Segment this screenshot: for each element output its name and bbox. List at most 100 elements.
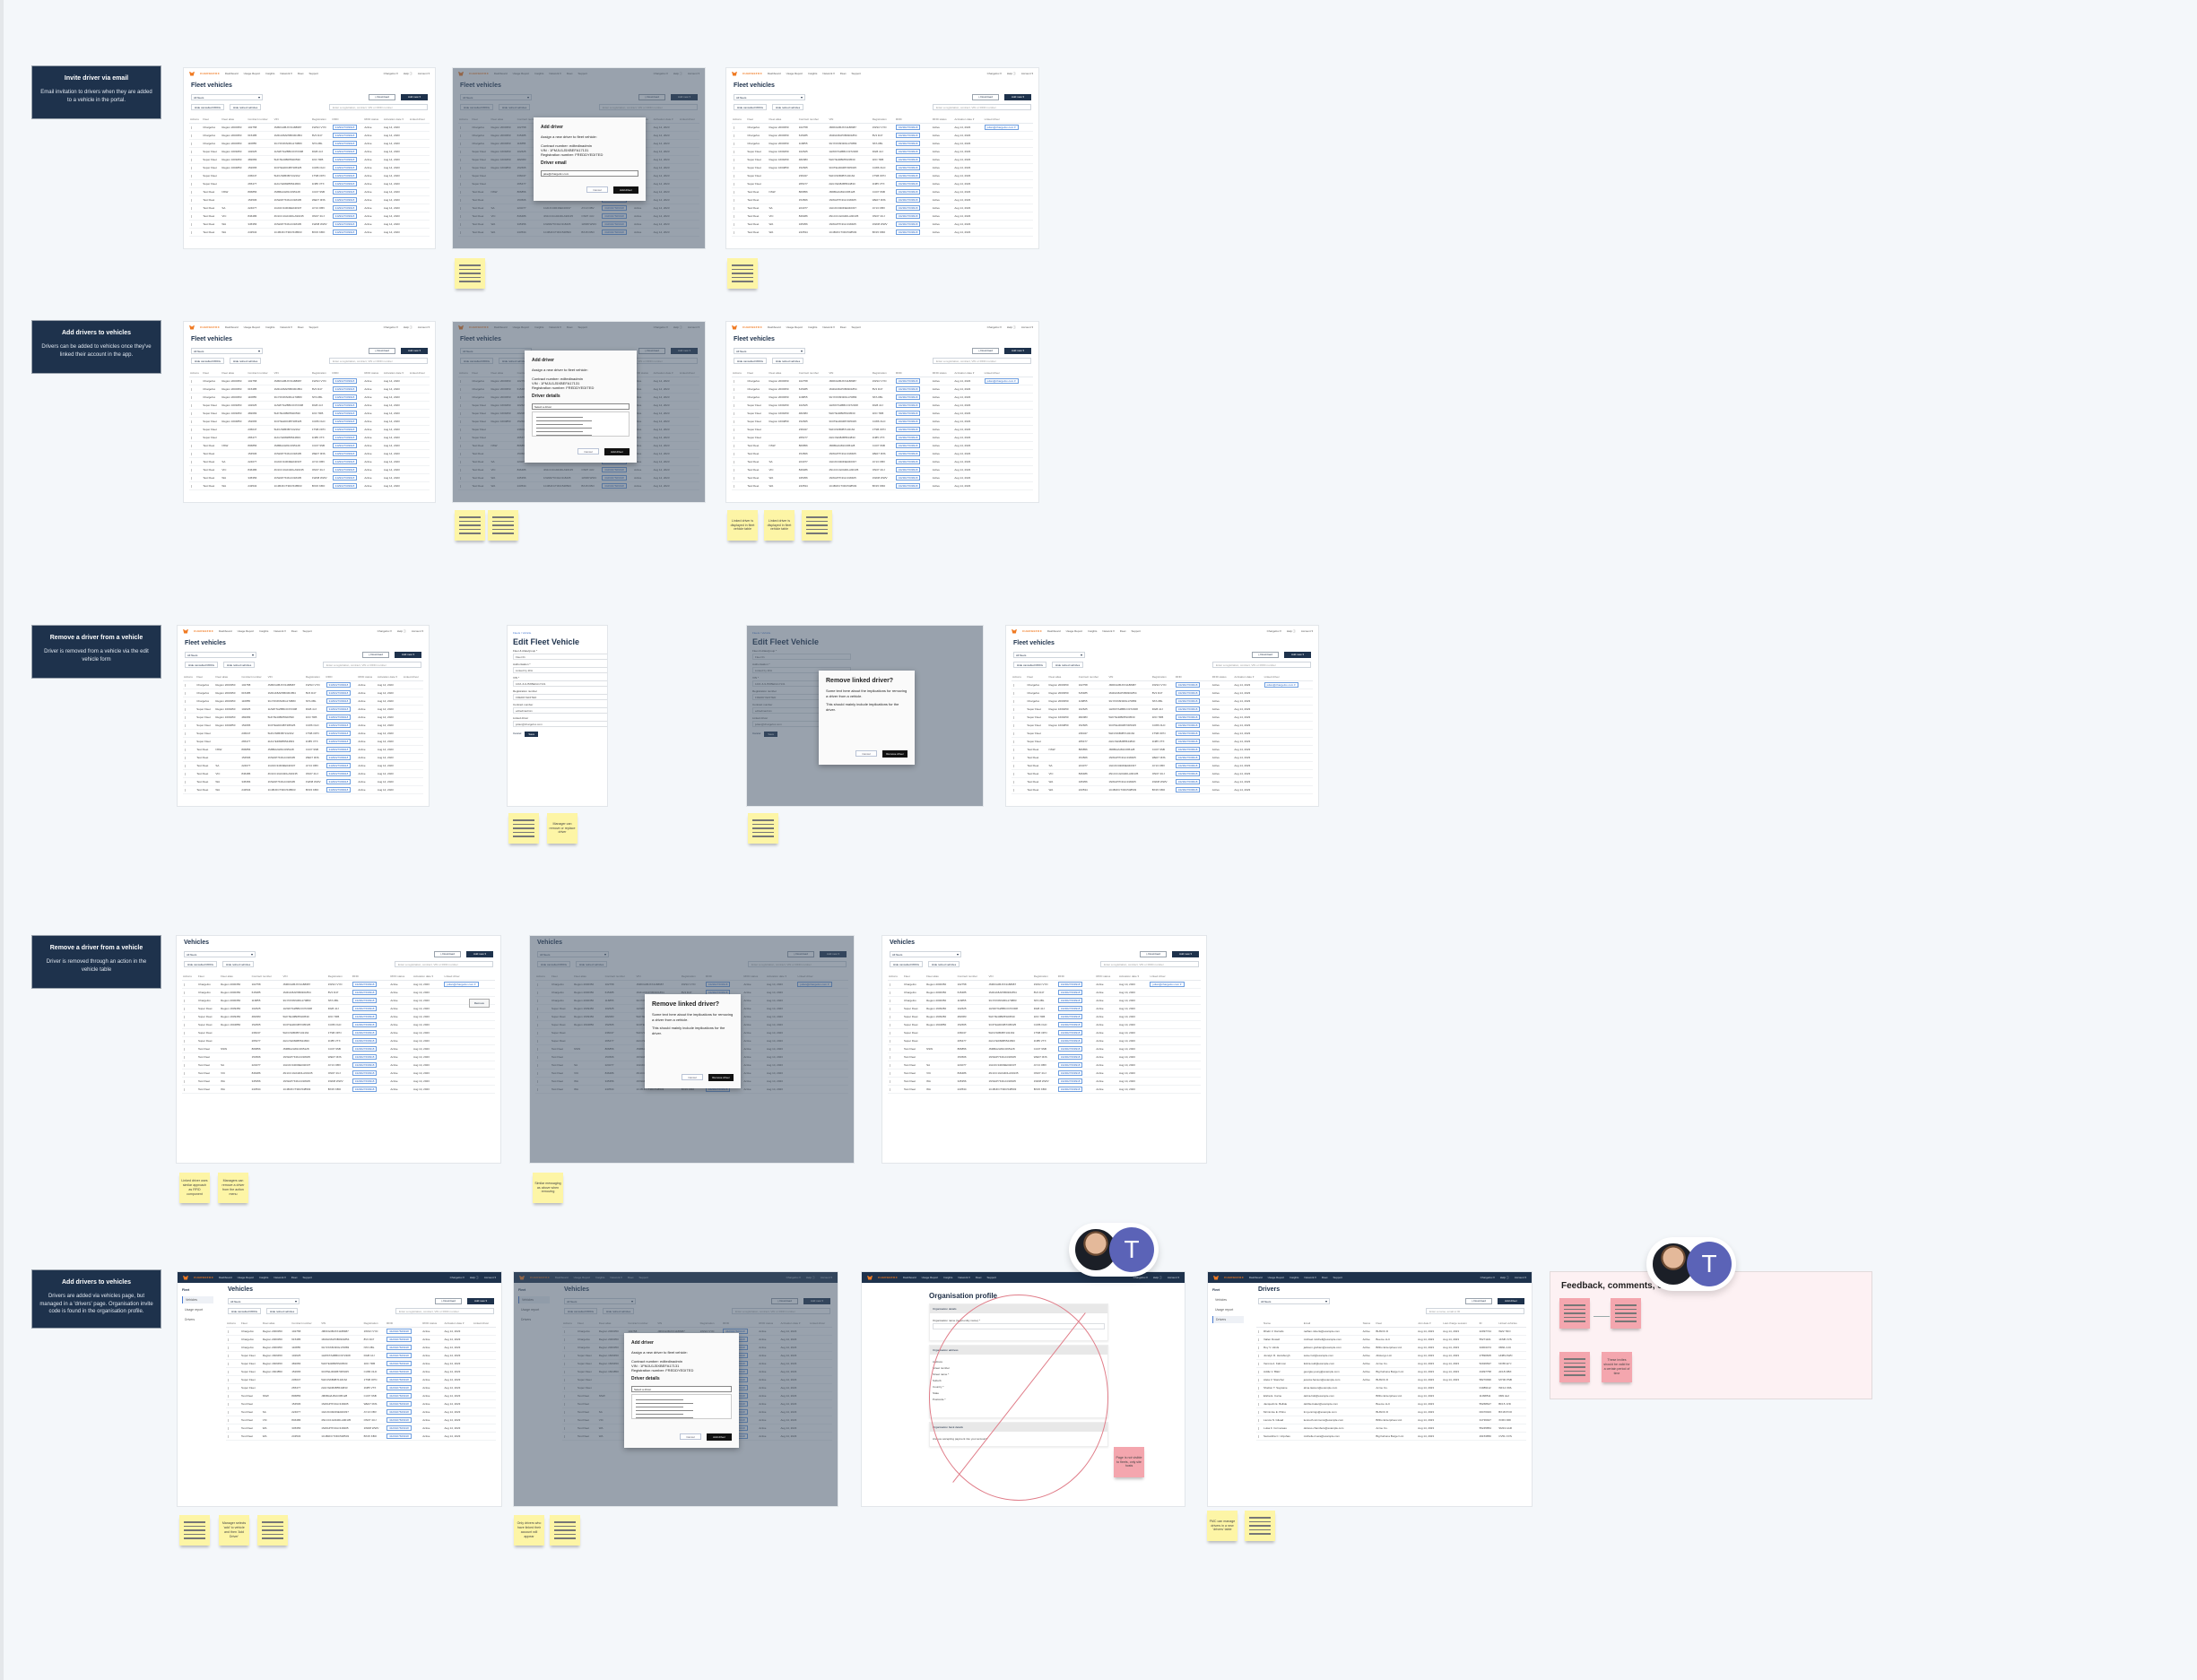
column-header[interactable]: Registration <box>304 673 326 681</box>
linked-driver-cell[interactable] <box>796 1004 848 1013</box>
linked-driver-cell[interactable] <box>808 1327 832 1336</box>
column-header[interactable]: Fleet alias <box>768 116 798 124</box>
column-header[interactable]: Fleet <box>471 369 491 377</box>
rfid-select[interactable]: 3429027609918 <box>602 467 627 472</box>
linked-driver-cell[interactable] <box>1149 1077 1201 1086</box>
row-actions-icon[interactable]: ⋮ <box>1256 1359 1263 1368</box>
row-actions-icon[interactable]: ⋮ <box>182 1004 197 1013</box>
column-header[interactable]: Activation date ▾ <box>382 116 409 124</box>
rfid-select[interactable]: 3429027609918 <box>332 213 358 219</box>
row-actions-icon[interactable]: ⋮ <box>458 401 472 410</box>
nav-right-item[interactable]: Help ⓘ <box>404 72 412 75</box>
row-actions-icon[interactable]: ⋮ <box>458 204 472 212</box>
rfid-select[interactable]: 3429027609918 <box>1175 747 1201 752</box>
nav-item[interactable]: Insights <box>534 325 543 329</box>
cancel-button[interactable]: Cancel <box>855 750 877 757</box>
column-header[interactable]: Activation date ▾ <box>412 973 444 981</box>
sidebar-item[interactable]: Vehicles <box>518 1296 550 1303</box>
linked-driver-cell[interactable] <box>408 220 430 229</box>
sticky-note[interactable] <box>1559 1298 1590 1329</box>
linked-driver-cell[interactable] <box>678 163 699 172</box>
rfid-select[interactable]: 3429027609918 <box>386 1433 412 1439</box>
rfid-select[interactable]: 3429027609918 <box>326 787 352 792</box>
rfid-select[interactable]: 3429027609918 <box>326 690 352 696</box>
nav-right-item[interactable]: Help ⓘ <box>1500 1276 1509 1279</box>
linked-driver-cell[interactable] <box>796 1020 848 1029</box>
row-actions-icon[interactable]: ⋮ <box>888 1036 903 1045</box>
row-actions-icon[interactable]: ⋮ <box>888 1004 903 1013</box>
linked-driver-cell[interactable] <box>983 228 1033 237</box>
row-actions-icon[interactable]: ⋮ <box>182 1077 197 1086</box>
linked-driver-cell[interactable] <box>808 1367 832 1376</box>
linked-driver-cell[interactable] <box>408 179 430 188</box>
linked-driver-cell[interactable] <box>1263 785 1313 794</box>
row-actions-icon[interactable]: ⋮ <box>1012 777 1027 786</box>
rfid-select[interactable]: 3429027609918 <box>895 394 921 400</box>
nav-item[interactable]: Support <box>308 72 318 75</box>
linked-driver-cell[interactable] <box>983 425 1033 434</box>
nav-item[interactable]: Usage Report <box>574 1276 591 1279</box>
column-header[interactable]: Linked driver <box>402 673 423 681</box>
column-header[interactable]: Linked driver <box>408 369 430 377</box>
rfid-select[interactable]: 3429027609918 <box>895 213 921 219</box>
column-header[interactable]: Activation date ▾ <box>765 973 797 981</box>
row-actions-icon[interactable]: ⋮ <box>182 1052 197 1061</box>
rfid-select[interactable]: 3429027609918 <box>386 1369 412 1374</box>
linked-driver-cell[interactable] <box>472 1383 496 1392</box>
row-actions-icon[interactable]: ⋮ <box>458 228 472 237</box>
row-actions-icon[interactable]: ⋮ <box>732 425 747 434</box>
column-header[interactable]: Registration <box>310 116 332 124</box>
row-actions-icon[interactable]: ⋮ <box>888 1077 903 1086</box>
column-header[interactable]: RFID <box>1174 673 1211 681</box>
nav-right-item[interactable]: Help ⓘ <box>397 629 406 633</box>
row-actions-icon[interactable]: ⋮ <box>189 163 203 172</box>
row-actions-icon[interactable]: ⋮ <box>1012 705 1027 714</box>
rfid-select[interactable]: 3429027609918 <box>386 1377 412 1382</box>
fleet-filter-select[interactable]: All fleets <box>460 94 532 100</box>
rfid-select[interactable]: 3429027609918 <box>895 157 921 162</box>
column-header[interactable]: Actions <box>458 116 472 124</box>
sticky-note[interactable] <box>1559 1352 1590 1382</box>
sticky-note[interactable] <box>455 510 485 541</box>
linked-driver-cell[interactable] <box>808 1424 832 1433</box>
column-header[interactable]: VIN <box>320 1320 363 1328</box>
nav-item[interactable]: Support <box>851 325 861 329</box>
row-actions-icon[interactable]: ⋮ <box>535 1061 551 1069</box>
row-actions-icon[interactable]: ⋮ <box>562 1407 577 1416</box>
rfid-select[interactable]: 3429027609918 <box>332 443 358 448</box>
row-actions-icon[interactable]: ⋮ <box>458 171 472 180</box>
row-actions-icon[interactable]: ⋮ <box>183 761 196 770</box>
row-actions-icon[interactable]: ⋮ <box>189 195 203 204</box>
row-actions-icon[interactable]: ⋮ <box>732 401 747 410</box>
row-actions-icon[interactable]: ⋮ <box>535 980 551 989</box>
column-header[interactable]: Linked driver <box>983 369 1033 377</box>
linked-driver-cell[interactable] <box>983 187 1033 196</box>
rfid-select[interactable]: 3429027609918 <box>332 427 358 432</box>
row-actions-icon[interactable]: ⋮ <box>458 393 472 402</box>
fleet-filter-select[interactable]: All fleets <box>1013 652 1085 658</box>
linked-driver-cell[interactable] <box>1263 737 1313 746</box>
add-new-button[interactable]: Add new ▾ <box>1004 94 1031 100</box>
column-header[interactable]: RFID status <box>931 369 954 377</box>
column-header[interactable]: RFID status <box>389 973 412 981</box>
row-actions-icon[interactable]: ⋮ <box>182 1028 197 1037</box>
download-button[interactable]: ⤓ Download <box>1140 951 1167 957</box>
row-actions-icon[interactable]: ⋮ <box>732 417 747 426</box>
linked-driver-cell[interactable] <box>408 441 430 450</box>
driver-option[interactable] <box>536 435 592 437</box>
linked-driver-cell[interactable] <box>678 385 699 394</box>
linked-driver-cell[interactable] <box>983 220 1033 229</box>
nav-right-item[interactable]: Account ▾ <box>1021 72 1033 75</box>
rfid-select[interactable]: 3429027609918 <box>332 435 358 440</box>
add-new-button[interactable]: Add new ▾ <box>1284 652 1311 658</box>
column-header[interactable]: VIN <box>273 369 311 377</box>
column-header[interactable]: RFID <box>325 673 358 681</box>
linked-driver-cell[interactable] <box>402 753 423 762</box>
column-header[interactable]: Actions <box>189 116 203 124</box>
row-actions-icon[interactable]: ⋮ <box>562 1359 577 1368</box>
linked-driver-cell[interactable] <box>678 425 699 434</box>
row-actions-icon[interactable]: ⋮ <box>183 777 196 786</box>
linked-driver-cell[interactable] <box>983 212 1033 221</box>
nav-item[interactable]: Network ▾ <box>549 325 560 329</box>
nav-item[interactable]: Dashboard <box>768 325 781 329</box>
